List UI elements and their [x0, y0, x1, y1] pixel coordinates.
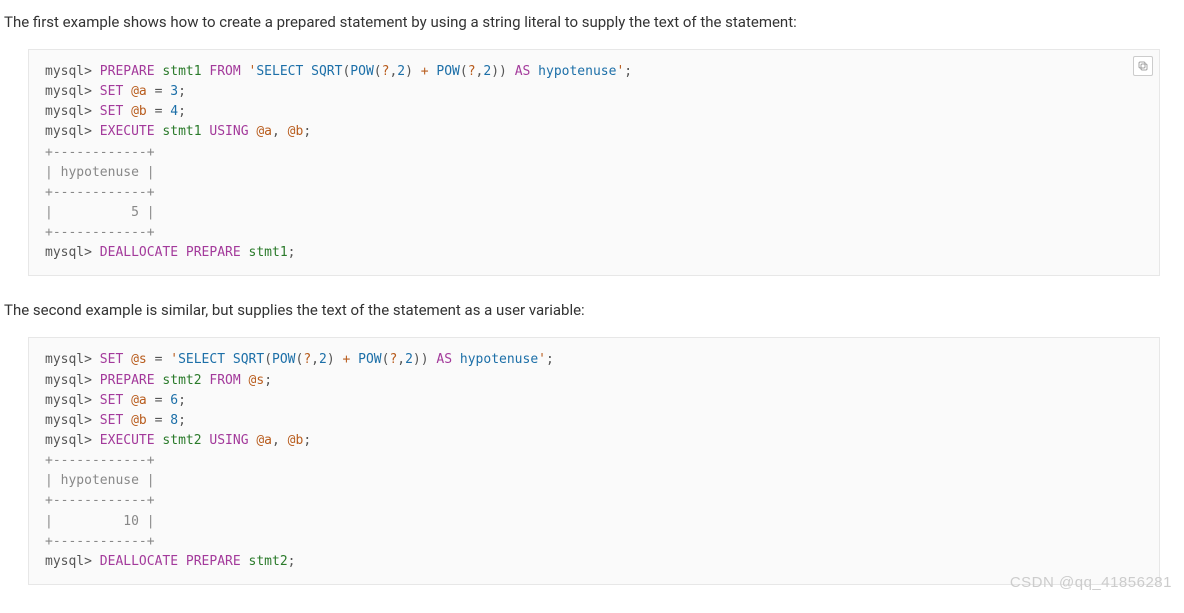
code-block-2: mysql> SET @s = 'SELECT SQRT(POW(?,2) + …: [28, 337, 1160, 585]
copy-button-1[interactable]: [1133, 56, 1153, 76]
code-content-2: mysql> SET @s = 'SELECT SQRT(POW(?,2) + …: [45, 350, 1143, 572]
paragraph-intro-1: The first example shows how to create a …: [4, 12, 1184, 33]
code-content-1: mysql> PREPARE stmt1 FROM 'SELECT SQRT(P…: [45, 62, 1143, 263]
paragraph-intro-2: The second example is similar, but suppl…: [4, 300, 1184, 321]
copy-icon: [1137, 60, 1149, 72]
code-block-1: mysql> PREPARE stmt1 FROM 'SELECT SQRT(P…: [28, 49, 1160, 276]
